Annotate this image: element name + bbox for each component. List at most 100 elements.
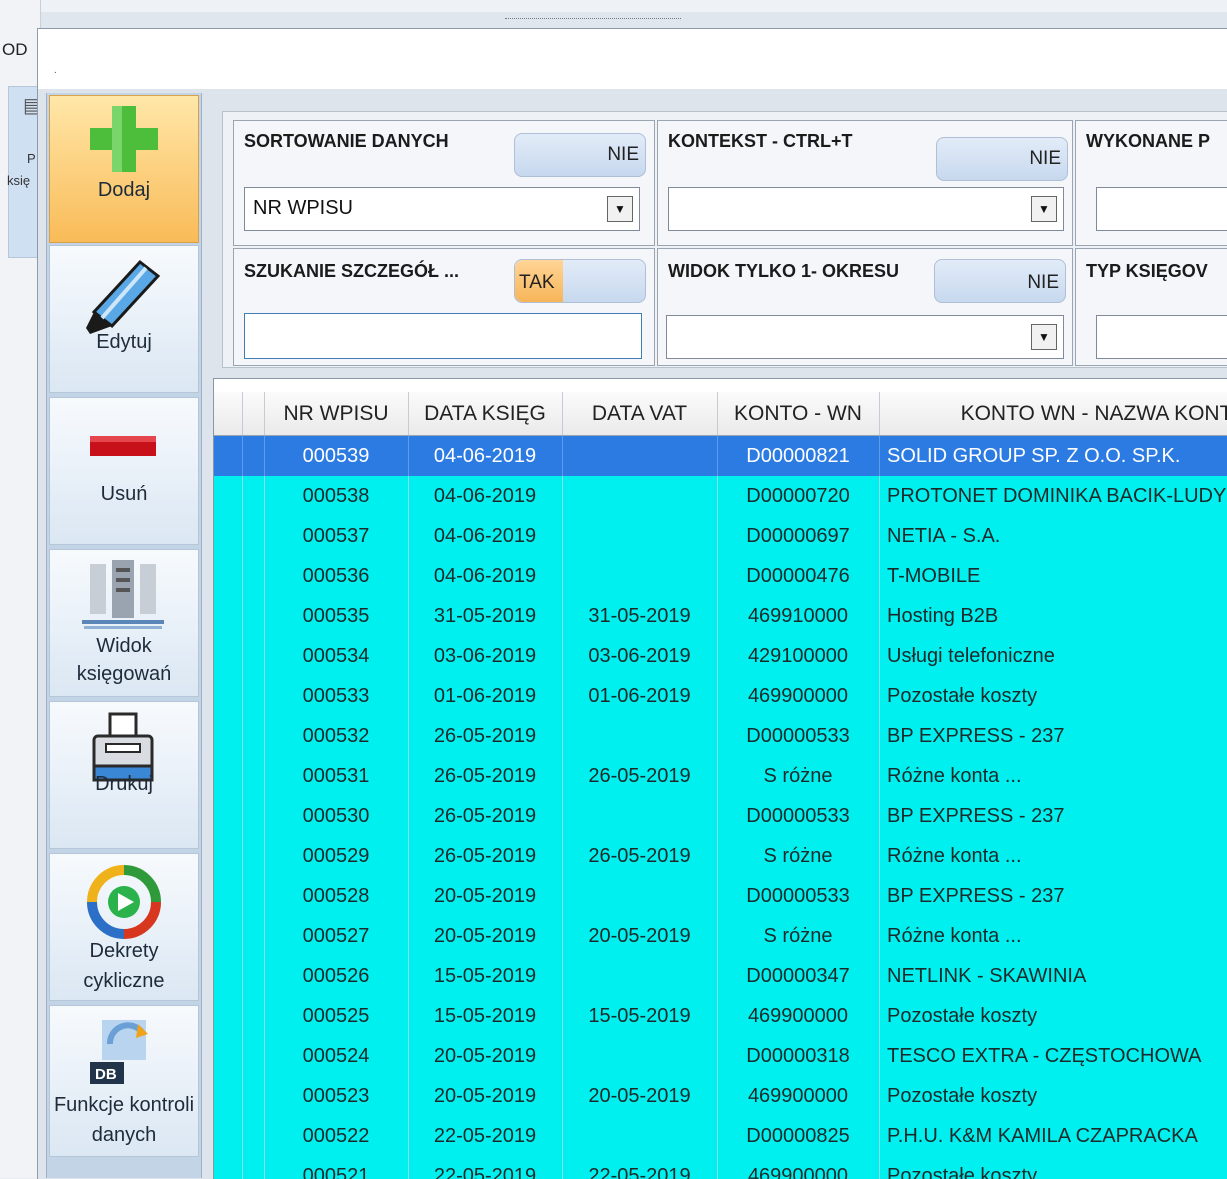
debit-account-cell[interactable]: S różne <box>717 756 880 796</box>
row-indicator[interactable] <box>214 636 243 676</box>
vat-date-cell[interactable] <box>562 556 718 596</box>
posting-date-cell[interactable]: 22-05-2019 <box>408 1156 563 1179</box>
entry-number-cell[interactable]: 000524 <box>264 1036 409 1076</box>
vat-date-cell[interactable] <box>562 876 718 916</box>
posting-date-cell[interactable]: 26-05-2019 <box>408 716 563 756</box>
entry-number-cell[interactable]: 000523 <box>264 1076 409 1116</box>
vat-date-cell[interactable] <box>562 956 718 996</box>
row-indicator-2[interactable] <box>242 876 265 916</box>
cyclic-entries-button[interactable]: Dekrety cykliczne <box>49 853 199 1001</box>
header-posting-date[interactable]: DATA KSIĘG <box>408 392 563 435</box>
entry-number-cell[interactable]: 000522 <box>264 1116 409 1156</box>
row-indicator-2[interactable] <box>242 836 265 876</box>
vat-date-cell[interactable]: 01-06-2019 <box>562 676 718 716</box>
entry-number-cell[interactable]: 000521 <box>264 1156 409 1179</box>
debit-account-cell[interactable]: D00000825 <box>717 1116 880 1156</box>
posting-date-cell[interactable]: 15-05-2019 <box>408 996 563 1036</box>
debit-account-cell[interactable]: 469900000 <box>717 1076 880 1116</box>
debit-account-cell[interactable]: D00000720 <box>717 476 880 516</box>
posting-type-select[interactable] <box>1096 315 1227 359</box>
debit-account-name-cell[interactable]: Pozostałe koszty <box>879 1156 1227 1179</box>
row-indicator-2[interactable] <box>242 716 265 756</box>
debit-account-cell[interactable]: 469900000 <box>717 676 880 716</box>
entry-number-cell[interactable]: 000537 <box>264 516 409 556</box>
posting-date-cell[interactable]: 01-06-2019 <box>408 676 563 716</box>
row-indicator[interactable] <box>214 796 243 836</box>
debit-account-name-cell[interactable]: Pozostałe koszty <box>879 676 1227 716</box>
debit-account-cell[interactable]: D00000476 <box>717 556 880 596</box>
entry-number-cell[interactable]: 000528 <box>264 876 409 916</box>
table-row[interactable]: 000522 22-05-2019 D00000825 P.H.U. K&M KAMI… <box>214 1116 1227 1157</box>
context-select[interactable]: ▼ <box>668 187 1064 231</box>
row-indicator[interactable] <box>214 596 243 636</box>
debit-account-name-cell[interactable]: BP EXPRESS - 237 <box>879 876 1227 916</box>
vat-date-cell[interactable]: 26-05-2019 <box>562 756 718 796</box>
vat-date-cell[interactable]: 15-05-2019 <box>562 996 718 1036</box>
table-row[interactable]: 000524 20-05-2019 D00000318 TESCO EXTRA - C… <box>214 1036 1227 1077</box>
debit-account-cell[interactable]: D00000533 <box>717 796 880 836</box>
debit-account-name-cell[interactable]: SOLID GROUP SP. Z O.O. SP.K. <box>879 436 1227 476</box>
entry-number-cell[interactable]: 000536 <box>264 556 409 596</box>
entry-number-cell[interactable]: 000529 <box>264 836 409 876</box>
row-indicator-2[interactable] <box>242 996 265 1036</box>
debit-account-cell[interactable]: D00000533 <box>717 716 880 756</box>
table-row[interactable]: 000527 20-05-2019 20-05-2019 S różne Różne k… <box>214 916 1227 957</box>
entry-number-cell[interactable]: 000535 <box>264 596 409 636</box>
row-indicator-2[interactable] <box>242 556 265 596</box>
posting-date-cell[interactable]: 04-06-2019 <box>408 476 563 516</box>
row-indicator-2[interactable] <box>242 1076 265 1116</box>
row-indicator[interactable] <box>214 1116 243 1156</box>
table-row[interactable]: 000523 20-05-2019 20-05-2019 469900000 Pozos… <box>214 1076 1227 1117</box>
debit-account-cell[interactable]: D00000347 <box>717 956 880 996</box>
data-control-button[interactable]: DB Funkcje kontroli danych <box>49 1005 199 1157</box>
debit-account-cell[interactable]: 469910000 <box>717 596 880 636</box>
debit-account-cell[interactable]: 469900000 <box>717 1156 880 1179</box>
posting-date-cell[interactable]: 31-05-2019 <box>408 596 563 636</box>
debit-account-name-cell[interactable]: Usługi telefoniczne <box>879 636 1227 676</box>
entry-number-cell[interactable]: 000533 <box>264 676 409 716</box>
table-row[interactable]: 000529 26-05-2019 26-05-2019 S różne Różne k… <box>214 836 1227 877</box>
debit-account-name-cell[interactable]: TESCO EXTRA - CZĘSTOCHOWA <box>879 1036 1227 1076</box>
vat-date-cell[interactable]: 22-05-2019 <box>562 1156 718 1179</box>
table-row[interactable]: 000534 03-06-2019 03-06-2019 429100000 Usług… <box>214 636 1227 677</box>
debit-account-name-cell[interactable]: BP EXPRESS - 237 <box>879 796 1227 836</box>
vat-date-cell[interactable] <box>562 796 718 836</box>
posting-date-cell[interactable]: 15-05-2019 <box>408 956 563 996</box>
entry-number-cell[interactable]: 000534 <box>264 636 409 676</box>
posting-date-cell[interactable]: 20-05-2019 <box>408 876 563 916</box>
debit-account-cell[interactable]: 469900000 <box>717 996 880 1036</box>
debit-account-cell[interactable]: D00000533 <box>717 876 880 916</box>
row-indicator-2[interactable] <box>242 516 265 556</box>
debit-account-name-cell[interactable]: Różne konta ... <box>879 916 1227 956</box>
vat-date-cell[interactable]: 03-06-2019 <box>562 636 718 676</box>
entry-number-cell[interactable]: 000527 <box>264 916 409 956</box>
entry-number-cell[interactable]: 000531 <box>264 756 409 796</box>
period-select[interactable]: ▼ <box>666 315 1064 359</box>
row-indicator-2[interactable] <box>242 756 265 796</box>
debit-account-name-cell[interactable]: Różne konta ... <box>879 756 1227 796</box>
debit-account-cell[interactable]: S różne <box>717 916 880 956</box>
debit-account-cell[interactable]: D00000697 <box>717 516 880 556</box>
vat-date-cell[interactable] <box>562 1036 718 1076</box>
delete-button[interactable]: Usuń <box>49 397 199 545</box>
posting-date-cell[interactable]: 26-05-2019 <box>408 836 563 876</box>
entry-number-cell[interactable]: 000532 <box>264 716 409 756</box>
debit-account-name-cell[interactable]: P.H.U. K&M KAMILA CZAPRACKA <box>879 1116 1227 1156</box>
debit-account-name-cell[interactable]: NETLINK - SKAWINIA <box>879 956 1227 996</box>
row-indicator[interactable] <box>214 716 243 756</box>
postings-view-button[interactable]: Widok księgowań <box>49 549 199 697</box>
entry-number-cell[interactable]: 000525 <box>264 996 409 1036</box>
chevron-down-icon[interactable]: ▼ <box>1031 324 1057 350</box>
vat-date-cell[interactable]: 20-05-2019 <box>562 1076 718 1116</box>
posting-date-cell[interactable]: 20-05-2019 <box>408 1036 563 1076</box>
row-indicator[interactable] <box>214 956 243 996</box>
vat-date-cell[interactable] <box>562 516 718 556</box>
table-row[interactable]: 000531 26-05-2019 26-05-2019 S różne Różne k… <box>214 756 1227 797</box>
sort-toggle[interactable]: NIE <box>514 133 646 177</box>
row-indicator[interactable] <box>214 516 243 556</box>
row-indicator-2[interactable] <box>242 596 265 636</box>
row-indicator[interactable] <box>214 996 243 1036</box>
header-debit-account[interactable]: KONTO - WN <box>717 392 880 435</box>
table-row[interactable]: 000521 22-05-2019 22-05-2019 469900000 Pozos… <box>214 1156 1227 1179</box>
row-indicator[interactable] <box>214 916 243 956</box>
